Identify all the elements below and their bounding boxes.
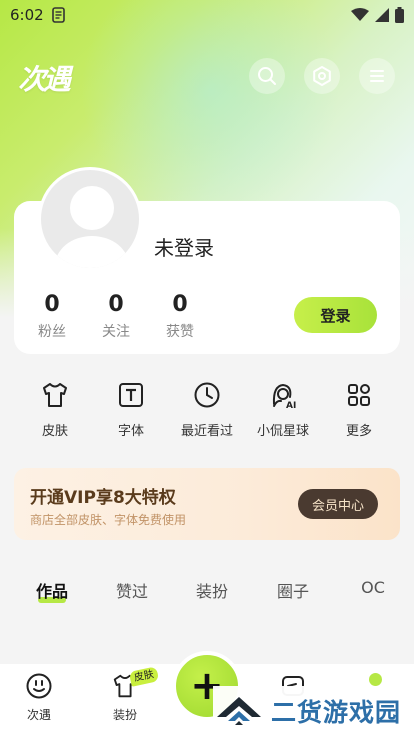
tab-dressup[interactable]: 装扮 — [182, 578, 242, 602]
stat-value: 0 — [108, 292, 124, 317]
font-icon — [119, 383, 143, 407]
stat-label: 关注 — [102, 324, 130, 340]
quick-actions: 皮肤 字体 最近看过 AI 小侃星球 更多 — [0, 380, 414, 450]
avatar-body — [55, 236, 129, 268]
search-icon — [258, 67, 276, 85]
stat-label: 粉丝 — [38, 324, 66, 340]
settings-button[interactable] — [304, 58, 340, 94]
search-button[interactable] — [249, 58, 285, 94]
vip-subtitle: 商店全部皮肤、字体免费使用 — [30, 513, 187, 527]
stat-likes[interactable]: 0 获赞 — [155, 292, 205, 341]
quick-item-label: 皮肤 — [41, 424, 68, 439]
quick-item-planet[interactable]: AI 小侃星球 — [243, 380, 323, 439]
tab-works[interactable]: 作品 — [22, 578, 82, 602]
quick-item-label: 小侃星球 — [256, 424, 309, 439]
menu-button[interactable] — [359, 58, 395, 94]
signal-icon — [375, 8, 389, 22]
quick-item-font[interactable]: 字体 — [91, 380, 171, 439]
avatar-head — [70, 186, 114, 230]
stat-fans[interactable]: 0 粉丝 — [27, 292, 77, 341]
app-header: 次遇 — [0, 52, 414, 100]
battery-icon — [395, 7, 404, 23]
watermark-logo-icon — [217, 697, 261, 725]
nav-item-home[interactable]: 次遇 — [9, 672, 69, 723]
ai-avatar-icon: AI — [272, 383, 296, 410]
gear-icon — [313, 66, 331, 86]
stat-label: 获赞 — [166, 324, 194, 340]
vip-center-button[interactable]: 会员中心 — [298, 489, 378, 519]
avatar[interactable] — [38, 167, 142, 271]
tshirt-icon — [43, 383, 67, 407]
wifi-icon — [351, 8, 369, 21]
tab-oc[interactable]: OC — [343, 578, 403, 597]
smile-icon — [26, 673, 52, 699]
tab-liked[interactable]: 赞过 — [102, 578, 162, 602]
svg-text:AI: AI — [286, 401, 296, 410]
status-bar: 6:02 — [0, 0, 414, 30]
notification-document-icon — [51, 7, 65, 23]
stat-value: 0 — [172, 292, 188, 317]
stat-value: 0 — [44, 292, 60, 317]
quick-item-recent[interactable]: 最近看过 — [167, 380, 247, 439]
nav-item-label: 次遇 — [26, 708, 51, 722]
menu-icon — [370, 70, 384, 82]
stat-following[interactable]: 0 关注 — [91, 292, 141, 341]
quick-item-label: 字体 — [117, 424, 144, 439]
app-logo: 次遇 — [18, 63, 71, 96]
watermark-text: 二货游戏园 — [271, 698, 402, 727]
quick-item-label: 最近看过 — [180, 424, 233, 439]
clock-icon — [194, 382, 220, 408]
vip-banner[interactable]: 开通VIP享8大特权 商店全部皮肤、字体免费使用 会员中心 — [14, 468, 400, 540]
profile-tabs: 作品 赞过 装扮 圈子 OC — [0, 578, 414, 608]
quick-item-skin[interactable]: 皮肤 — [15, 380, 95, 439]
quick-item-more[interactable]: 更多 — [319, 380, 399, 439]
tab-circle[interactable]: 圈子 — [263, 578, 323, 602]
watermark: 二货游戏园 — [213, 686, 414, 736]
vip-title: 开通VIP享8大特权 — [30, 488, 176, 508]
status-icons — [351, 7, 404, 23]
profile-dot-icon[interactable] — [369, 673, 382, 686]
grid-icon — [348, 384, 370, 406]
nav-item-label: 装扮 — [112, 708, 137, 722]
username[interactable]: 未登录 — [154, 232, 214, 261]
status-time: 6:02 — [10, 6, 44, 24]
quick-item-label: 更多 — [345, 424, 372, 439]
login-button[interactable]: 登录 — [294, 297, 377, 333]
